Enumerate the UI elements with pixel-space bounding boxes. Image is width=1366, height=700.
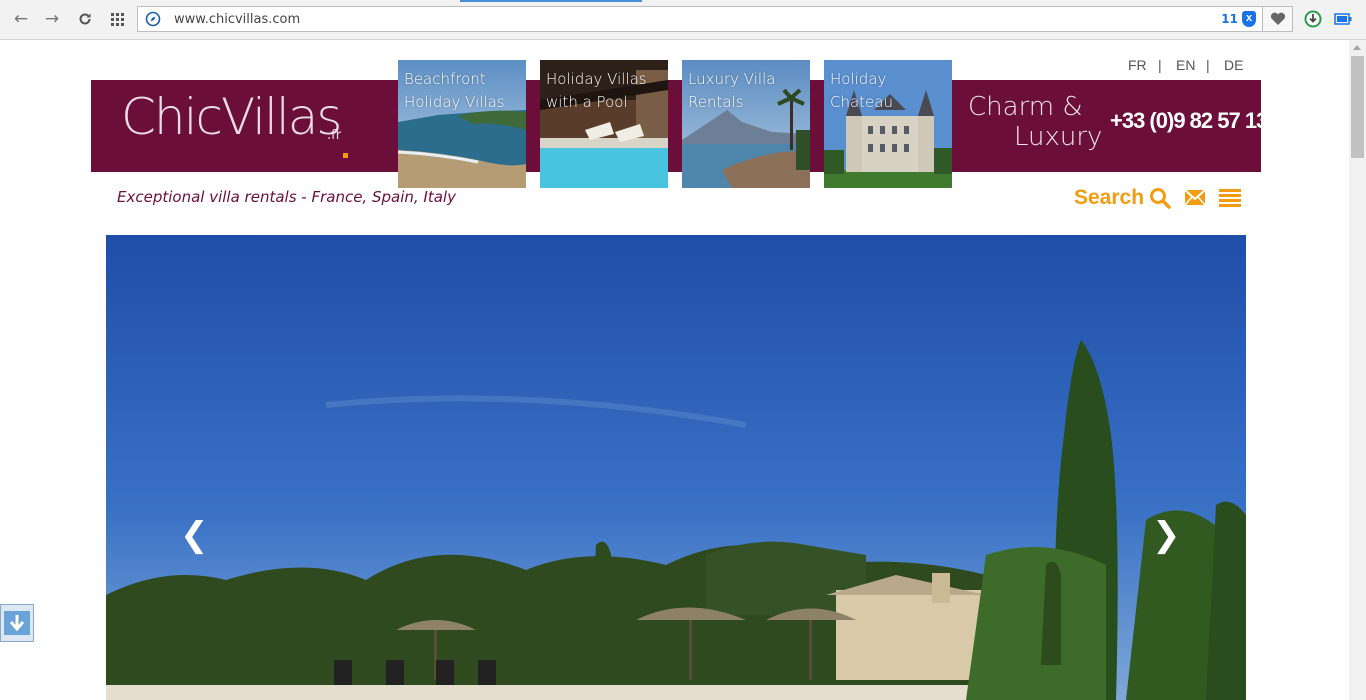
logo-accent-dot	[343, 153, 348, 158]
forward-arrow-icon[interactable]: →	[41, 8, 63, 30]
menu-icon[interactable]	[1219, 189, 1241, 213]
scroll-thumb[interactable]	[1351, 56, 1364, 158]
tile-beachfront-villas[interactable]: Beachfront Holiday Villas	[398, 60, 526, 188]
tile-holiday-chateau[interactable]: Holiday Chateau	[824, 60, 952, 188]
phone-number[interactable]: +33 (0)9 82 57 13 64	[1110, 108, 1296, 134]
chevron-right-icon[interactable]: ❯	[1152, 518, 1181, 552]
search-label: Search	[1074, 186, 1145, 209]
site-slogan: Exceptional villa rentals - France, Spai…	[117, 188, 456, 206]
tagline-line1: Charm &	[968, 92, 1083, 122]
chevron-left-icon[interactable]: ❮	[180, 518, 209, 552]
mail-icon[interactable]	[1184, 189, 1206, 211]
extension-badge-count[interactable]: 11	[1221, 12, 1238, 26]
hero-villa-photo	[106, 235, 1246, 700]
browser-toolbar: ← → www.chicvillas.com 11 x	[0, 0, 1366, 40]
header-tagline: Charm & Luxury	[968, 92, 1102, 152]
battery-icon[interactable]	[1333, 9, 1353, 29]
tile-pool-villas[interactable]: Holiday Villas with a Pool	[540, 60, 668, 188]
tile-label: Holiday Chateau	[830, 70, 893, 111]
logo-suffix: .fr	[327, 128, 342, 143]
apps-grid-icon[interactable]	[106, 8, 128, 30]
lang-de-link[interactable]: DE	[1224, 57, 1243, 73]
lang-separator: |	[1206, 57, 1210, 73]
address-bar[interactable]: www.chicvillas.com 11 x	[137, 6, 1263, 32]
search-button[interactable]: Search	[1074, 186, 1144, 210]
heart-icon[interactable]	[1262, 6, 1293, 32]
scroll-down-icon[interactable]	[0, 604, 34, 642]
hero-slider[interactable]	[106, 235, 1246, 700]
tile-label: Beachfront Holiday Villas	[404, 70, 505, 111]
compass-icon	[145, 11, 161, 27]
back-arrow-icon[interactable]: ←	[10, 8, 32, 30]
active-tab-indicator	[460, 0, 642, 2]
page-scrollbar[interactable]	[1349, 40, 1366, 700]
tile-label: Holiday Villas with a Pool	[546, 70, 647, 111]
url-text: www.chicvillas.com	[174, 12, 301, 27]
lang-en-link[interactable]: EN	[1176, 57, 1195, 73]
shield-icon[interactable]: x	[1242, 11, 1256, 27]
tile-luxury-rentals[interactable]: Luxury Villa Rentals	[682, 60, 810, 188]
tile-label: Luxury Villa Rentals	[688, 70, 776, 111]
tagline-line2: Luxury	[1014, 122, 1103, 152]
site-logo[interactable]: ChicVillas	[121, 88, 342, 146]
lang-fr-link[interactable]: FR	[1128, 57, 1147, 73]
scroll-up-arrow[interactable]	[1353, 45, 1361, 50]
download-icon[interactable]	[1303, 9, 1323, 29]
reload-icon[interactable]	[74, 8, 96, 30]
lang-separator: |	[1158, 57, 1162, 73]
search-icon[interactable]	[1149, 187, 1171, 214]
